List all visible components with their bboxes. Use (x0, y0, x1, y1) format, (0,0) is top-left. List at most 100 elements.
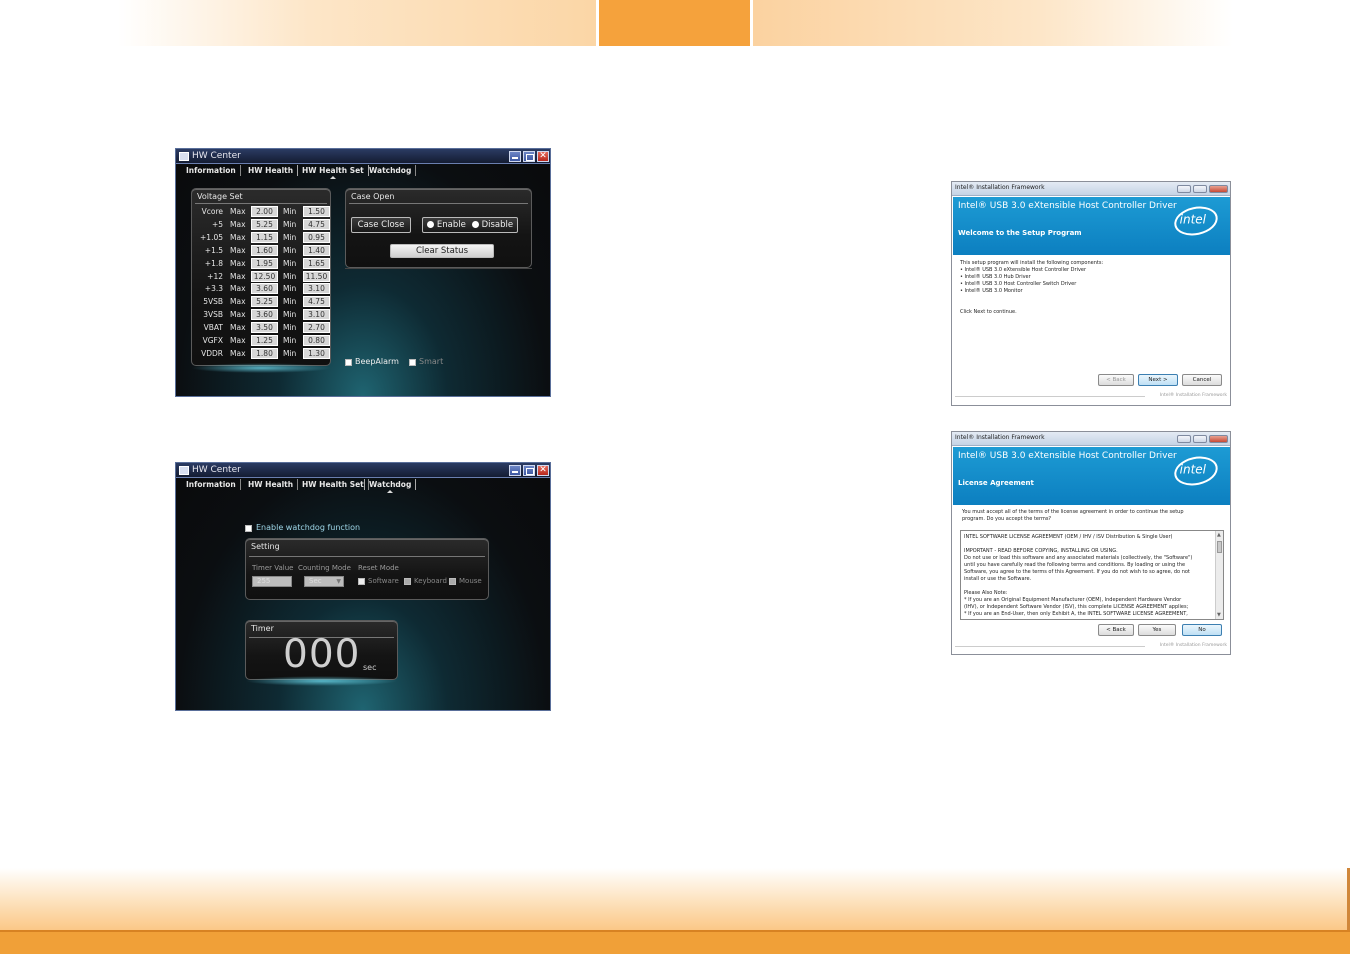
prompt-text: program. Do you accept the terms? (962, 516, 1052, 522)
max-value-input[interactable]: 3.50 (251, 322, 278, 334)
min-label: Min (283, 336, 297, 345)
tab-watchdog[interactable]: Watchdog (369, 165, 417, 176)
min-value-input[interactable]: 11.50 (303, 270, 330, 282)
enable-radio[interactable] (426, 221, 434, 228)
min-value-input[interactable]: 1.65 (303, 257, 330, 269)
min-value-input[interactable]: 1.50 (303, 206, 330, 217)
timer-value-input[interactable]: 255 (252, 576, 292, 587)
min-label: Min (283, 323, 297, 333)
min-label: Min (283, 258, 297, 268)
smart-checkbox[interactable] (409, 359, 416, 366)
min-value-input[interactable]: 4.75 (303, 296, 330, 308)
license-scrollbar[interactable]: ▲ ▼ (1215, 531, 1223, 619)
setting-panel: Setting Timer Value Counting Mode Reset … (245, 538, 489, 600)
case-open-title: Case Open (351, 192, 395, 201)
license-text-box[interactable]: INTEL SOFTWARE LICENSE AGREEMENT (OEM / … (960, 530, 1224, 620)
max-value-input[interactable]: 1.80 (251, 347, 278, 359)
software-checkbox[interactable] (358, 578, 365, 585)
enable-watchdog-checkbox[interactable] (245, 525, 252, 532)
max-value-input[interactable]: 1.15 (251, 231, 278, 243)
min-value-input[interactable]: 0.95 (303, 231, 330, 243)
beep-alarm-label: BeepAlarm (355, 357, 399, 366)
maximize-button[interactable] (1193, 185, 1207, 193)
disable-radio[interactable] (471, 221, 479, 228)
voltage-name: 3VSB (203, 310, 223, 320)
license-line: * If you are an End-User, then only Exhi… (964, 611, 1188, 617)
max-value-input[interactable]: 3.60 (251, 309, 278, 321)
no-button[interactable]: No (1182, 624, 1222, 636)
mouse-checkbox[interactable] (449, 578, 456, 585)
prompt-text: You must accept all of the terms of the … (962, 509, 1184, 515)
tab-bar: Information HW Health HW Health Set Watc… (176, 165, 550, 179)
max-value-input[interactable]: 1.95 (251, 257, 278, 269)
tab-bar: Information HW Health HW Health Set Watc… (176, 479, 550, 493)
case-open-panel: Case Open Case Close Enable Disable Clea… (345, 188, 532, 268)
min-value-input[interactable]: 2.70 (303, 322, 330, 334)
min-value-input[interactable]: 0.80 (303, 335, 330, 346)
header-band-right (753, 0, 1233, 46)
back-button[interactable]: < Back (1098, 374, 1134, 386)
max-label: Max (230, 219, 246, 229)
tab-information[interactable]: Information (186, 479, 241, 490)
min-value-input[interactable]: 4.75 (303, 218, 330, 230)
next-button[interactable]: Next > (1138, 374, 1178, 386)
counting-mode-select[interactable]: Sec ▼ (304, 576, 344, 587)
max-value-input[interactable]: 5.25 (251, 296, 278, 308)
case-close-button[interactable]: Case Close (351, 217, 411, 233)
tab-hw-health-set[interactable]: HW Health Set (302, 479, 369, 490)
scroll-up-icon[interactable]: ▲ (1217, 532, 1221, 538)
max-label: Max (230, 245, 246, 255)
max-value-input[interactable]: 3.60 (251, 283, 278, 295)
hw-center-watchdog-window: HW Center ✕ Information HW Health HW Hea… (175, 462, 551, 711)
max-value-input[interactable]: 5.25 (251, 218, 278, 230)
cancel-button[interactable]: Cancel (1182, 374, 1222, 386)
voltage-set-title: Voltage Set (197, 192, 243, 201)
min-label: Min (283, 310, 297, 320)
minimize-button[interactable] (509, 151, 521, 162)
enable-disable-group: Enable Disable (422, 217, 518, 233)
counting-mode-value: Sec (309, 577, 322, 585)
keyboard-checkbox[interactable] (404, 578, 411, 585)
window-title: HW Center (192, 465, 241, 475)
min-value-input[interactable]: 3.10 (303, 309, 330, 321)
maximize-button[interactable] (1193, 435, 1207, 443)
min-label: Min (283, 271, 297, 281)
close-button[interactable] (1209, 435, 1228, 443)
maximize-button[interactable] (523, 465, 535, 476)
min-value-input[interactable]: 1.40 (303, 244, 330, 256)
max-value-input[interactable]: 2.00 (251, 206, 278, 217)
max-value-input[interactable]: 1.25 (251, 335, 278, 346)
close-button[interactable]: ✕ (537, 465, 549, 476)
min-label: Min (283, 207, 297, 216)
tab-hw-health[interactable]: HW Health (248, 479, 299, 490)
close-button[interactable]: ✕ (537, 151, 549, 162)
tab-information[interactable]: Information (186, 165, 241, 176)
scroll-thumb[interactable] (1217, 541, 1222, 553)
minimize-button[interactable] (1177, 435, 1191, 443)
beep-alarm-checkbox[interactable] (345, 359, 352, 366)
minimize-button[interactable] (1177, 185, 1191, 193)
page-subheading: Welcome to the Setup Program (958, 229, 1082, 237)
maximize-button[interactable] (523, 151, 535, 162)
tab-hw-health[interactable]: HW Health (248, 165, 299, 176)
minimize-button[interactable] (509, 465, 521, 476)
title-bar: HW Center ✕ (176, 149, 550, 164)
mouse-label: Mouse (459, 577, 482, 585)
disable-label: Disable (481, 220, 514, 230)
tab-watchdog[interactable]: Watchdog (364, 479, 417, 493)
software-label: Software (368, 577, 399, 585)
min-value-input[interactable]: 1.30 (303, 347, 330, 359)
close-button[interactable] (1209, 185, 1228, 193)
clear-status-button[interactable]: Clear Status (390, 244, 494, 258)
max-value-input[interactable]: 12.50 (251, 270, 278, 282)
scroll-down-icon[interactable]: ▼ (1217, 612, 1221, 618)
yes-button[interactable]: Yes (1138, 624, 1176, 636)
timer-unit: sec (363, 663, 377, 672)
license-line: Please Also Note: (964, 590, 1008, 596)
max-value-input[interactable]: 1.60 (251, 244, 278, 256)
min-value-input[interactable]: 3.10 (303, 283, 330, 295)
max-label: Max (230, 271, 246, 281)
header-banner: Intel® USB 3.0 eXtensible Host Controlle… (953, 447, 1230, 505)
tab-hw-health-set[interactable]: HW Health Set (297, 165, 369, 179)
back-button[interactable]: < Back (1098, 624, 1134, 636)
